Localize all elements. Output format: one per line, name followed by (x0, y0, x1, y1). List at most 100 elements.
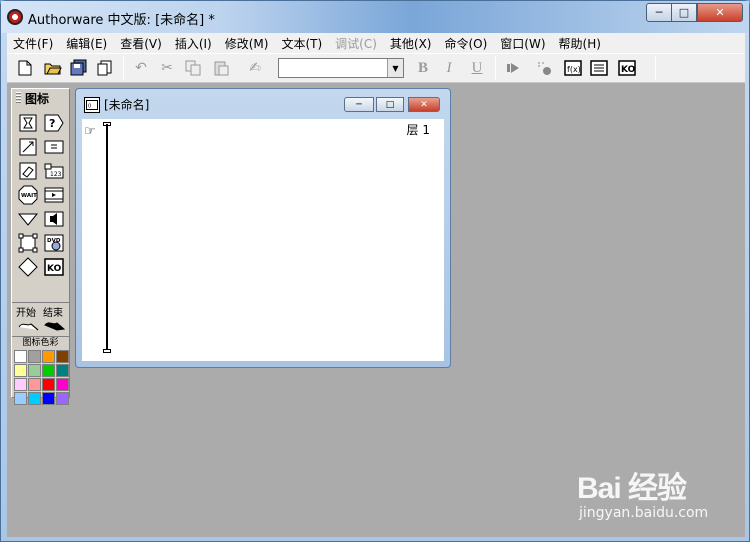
svg-text:KO: KO (621, 65, 636, 75)
icon-color-label: 图标色彩 (22, 338, 59, 348)
svg-text:f(x): f(x) (567, 65, 581, 74)
start-end-flags: 开始 结束 (12, 302, 69, 336)
color-swatch[interactable] (14, 378, 27, 391)
color-swatch[interactable] (56, 392, 69, 405)
menu-debug[interactable]: 调试(C) (329, 35, 384, 52)
layer-indicator: 层 1 (406, 123, 430, 137)
start-label: 开始 (16, 308, 36, 319)
functions-icon[interactable]: f(x) (563, 58, 583, 78)
sound-icon[interactable] (44, 209, 64, 229)
display-icon[interactable] (18, 113, 38, 133)
menu-file[interactable]: 文件(F) (7, 35, 60, 52)
window-title: Authorware 中文版: [未命名] * (28, 13, 215, 28)
digital-movie-icon[interactable] (44, 185, 64, 205)
design-window-close-button[interactable]: ✕ (408, 97, 440, 112)
color-swatch[interactable] (56, 378, 69, 391)
color-swatch[interactable] (28, 350, 41, 363)
new-file-icon[interactable] (15, 58, 35, 78)
erase-icon[interactable] (18, 161, 38, 181)
italic-button[interactable]: I (439, 58, 459, 78)
svg-text:123: 123 (50, 171, 62, 178)
color-swatch[interactable] (28, 378, 41, 391)
bold-button[interactable]: B (413, 58, 433, 78)
chevron-down-icon[interactable]: ▼ (387, 59, 403, 77)
undo-icon[interactable]: ↶ (131, 58, 151, 78)
menu-window[interactable]: 窗口(W) (494, 35, 552, 52)
color-swatch[interactable] (42, 350, 55, 363)
color-swatch[interactable] (14, 350, 27, 363)
svg-text:0: 0 (88, 103, 91, 109)
knowledge-objects-icon[interactable]: KO (617, 58, 637, 78)
menu-help[interactable]: 帮助(H) (553, 35, 608, 52)
menu-modify[interactable]: 修改(M) (219, 35, 276, 52)
icon-colors: 图标色彩 (12, 336, 69, 406)
design-window-title-bar[interactable]: 0 [未命名] (84, 96, 149, 113)
color-swatches (12, 349, 69, 406)
framework-icon[interactable] (18, 233, 38, 253)
grip-icon[interactable] (16, 92, 21, 104)
svg-text:WAIT: WAIT (21, 193, 37, 199)
close-button[interactable]: ✕ (697, 3, 743, 22)
palette-title: 图标 (25, 91, 50, 106)
title-bar[interactable]: Authorware 中文版: [未命名] * ─ □ ✕ (1, 1, 749, 33)
menu-command[interactable]: 命令(O) (438, 35, 494, 52)
end-label: 结束 (43, 308, 63, 319)
wait-icon[interactable]: WAIT (18, 185, 38, 205)
find-icon[interactable]: ✍ (245, 58, 265, 78)
baidu-watermark: Bai 经验 jingyan.baidu.com (577, 459, 737, 529)
copy-icon[interactable] (183, 58, 203, 78)
paste-hand-icon[interactable]: ☞ (84, 124, 96, 139)
variables-icon[interactable] (589, 58, 609, 78)
color-swatch[interactable] (56, 364, 69, 377)
interaction-icon[interactable]: ? (44, 113, 64, 133)
design-window-maximize-button[interactable]: □ (376, 97, 404, 112)
knowledge-object-icon[interactable]: KO (44, 257, 64, 277)
watermark-url: jingyan.baidu.com (579, 505, 709, 521)
menu-insert[interactable]: 插入(I) (169, 35, 219, 52)
menu-bar: 文件(F) 编辑(E) 查看(V) 插入(I) 修改(M) 文本(T) 调试(C… (7, 33, 745, 53)
color-swatch[interactable] (56, 350, 69, 363)
underline-button[interactable]: U (467, 58, 487, 78)
motion-icon[interactable] (18, 137, 38, 157)
color-swatch[interactable] (28, 364, 41, 377)
authorware-app-icon[interactable] (7, 9, 23, 25)
menu-edit[interactable]: 编辑(E) (60, 35, 114, 52)
color-swatch[interactable] (14, 364, 27, 377)
svg-text:KO: KO (47, 264, 62, 274)
color-swatch[interactable] (28, 392, 41, 405)
flowline-canvas[interactable]: ☞ 层 1 (82, 119, 444, 361)
color-swatch[interactable] (42, 392, 55, 405)
svg-text:?: ? (49, 117, 55, 130)
minimize-button[interactable]: ─ (646, 3, 672, 22)
save-all-icon[interactable] (69, 58, 89, 78)
flowline-end-cap (103, 349, 111, 353)
icon-palette: 图标 ? 123 WAIT DVD KO 开始 结束 图标色彩 (11, 88, 70, 405)
map-icon[interactable]: 123 (44, 161, 64, 181)
open-folder-icon[interactable] (43, 58, 63, 78)
design-window: 0 [未命名] ─ □ ✕ ☞ 层 1 (75, 88, 451, 368)
menu-text[interactable]: 文本(T) (275, 35, 329, 52)
color-swatch[interactable] (14, 392, 27, 405)
dvd-icon[interactable]: DVD (44, 233, 64, 253)
decision-icon[interactable] (18, 257, 38, 277)
menu-view[interactable]: 查看(V) (114, 35, 169, 52)
run-icon[interactable] (503, 58, 523, 78)
paste-icon[interactable] (211, 58, 231, 78)
authorware-window: Authorware 中文版: [未命名] * ─ □ ✕ 文件(F) 编辑(E… (0, 0, 750, 542)
design-window-minimize-button[interactable]: ─ (344, 97, 374, 112)
color-swatch[interactable] (42, 364, 55, 377)
main-flowline[interactable] (106, 124, 108, 351)
menu-other[interactable]: 其他(X) (384, 35, 439, 52)
start-flag-icon[interactable] (18, 319, 40, 333)
font-select[interactable]: ▼ (278, 58, 404, 78)
cut-icon[interactable]: ✂ (157, 58, 177, 78)
palette-title-bar[interactable]: 图标 (12, 89, 69, 107)
control-panel-icon[interactable] (535, 58, 555, 78)
end-flag-icon[interactable] (44, 319, 66, 333)
maximize-button[interactable]: □ (671, 3, 697, 22)
import-icon[interactable] (95, 58, 115, 78)
color-swatch[interactable] (42, 378, 55, 391)
navigate-icon[interactable] (18, 209, 38, 229)
calculation-icon[interactable] (44, 137, 64, 157)
watermark-brand: Bai 经验 (577, 472, 687, 505)
